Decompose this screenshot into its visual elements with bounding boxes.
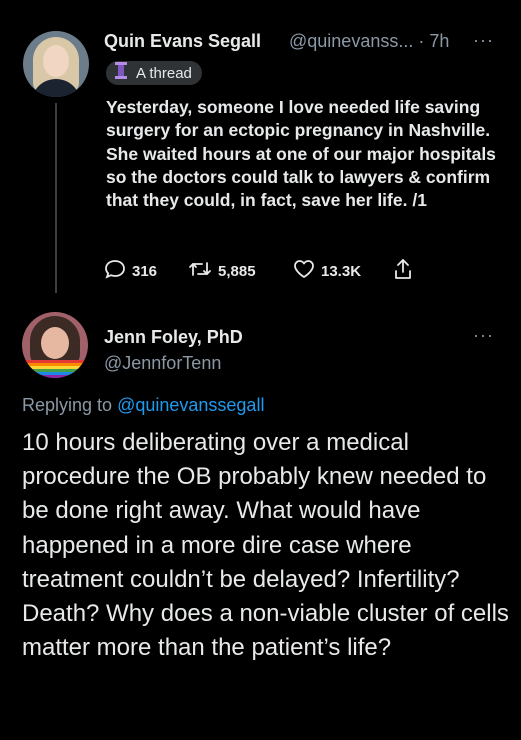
replying-to: Replying to @quinevanssegall xyxy=(22,395,264,416)
replying-to-label: Replying to xyxy=(22,395,113,415)
author-name[interactable]: Jenn Foley, PhD xyxy=(104,327,243,348)
retweet-icon xyxy=(188,259,212,283)
avatar-rainbow-banner xyxy=(22,360,88,378)
thread-icon xyxy=(114,62,128,84)
avatar-face xyxy=(43,45,69,77)
retweet-count: 5,885 xyxy=(218,262,256,280)
avatar[interactable] xyxy=(23,31,89,97)
tweet-text: Yesterday, someone I love needed life sa… xyxy=(106,97,496,211)
more-options-button[interactable]: ··· xyxy=(473,30,494,51)
tweet-thread-starter[interactable]: Quin Evans Segall @quinevanss... · 7h ··… xyxy=(0,0,521,300)
tweet-text: 10 hours deliberating over a medical pro… xyxy=(22,429,509,662)
avatar[interactable] xyxy=(22,312,88,378)
author-name[interactable]: Quin Evans Segall xyxy=(104,31,261,52)
reply-icon xyxy=(104,259,126,283)
avatar-face xyxy=(41,327,69,359)
share-button[interactable] xyxy=(393,258,423,284)
more-options-button[interactable]: ··· xyxy=(473,325,494,346)
tweet-actions: 316 5,885 13.3K xyxy=(104,258,423,284)
replying-to-handle-link[interactable]: @quinevanssegall xyxy=(117,395,264,415)
reply-button[interactable]: 316 xyxy=(104,259,188,283)
reply-count: 316 xyxy=(132,262,158,280)
like-button[interactable]: 13.3K xyxy=(293,259,393,283)
heart-icon xyxy=(293,259,315,283)
reply-tweet[interactable]: Jenn Foley, PhD @JennforTenn ··· Replyin… xyxy=(0,300,521,740)
like-count: 13.3K xyxy=(321,262,362,280)
retweet-button[interactable]: 5,885 xyxy=(188,259,293,283)
thread-badge-label: A thread xyxy=(136,64,192,82)
thread-badge[interactable]: A thread xyxy=(106,61,202,85)
thread-connector-line xyxy=(55,103,57,293)
author-handle-and-time[interactable]: @quinevanss... · 7h xyxy=(289,31,449,52)
author-handle[interactable]: @JennforTenn xyxy=(104,353,221,374)
share-icon xyxy=(393,258,413,284)
